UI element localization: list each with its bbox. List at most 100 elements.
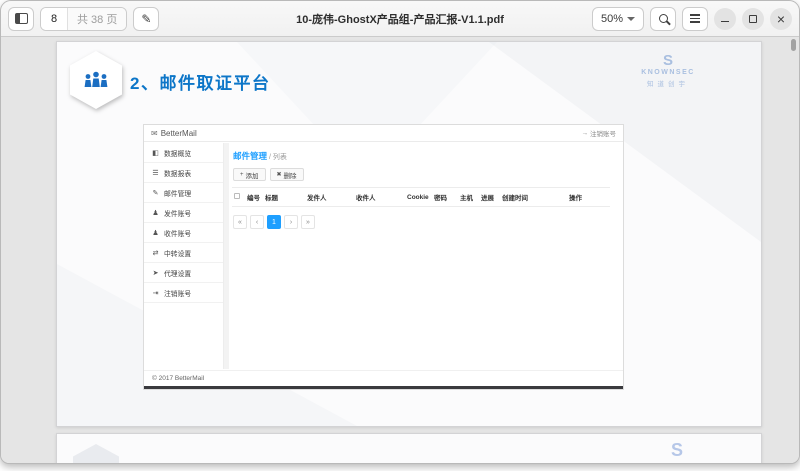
pagination-next[interactable]: › [284,215,298,229]
menu-button[interactable] [682,6,708,31]
sidebar-item-data-overview[interactable]: ◧ 数据概览 [144,143,223,163]
hamburger-icon [690,14,700,23]
document-view[interactable]: 2、邮件取证平台 S KNOWNSEC 知道创宇 ✉ BetterMail → … [1,37,799,463]
sidebar-item-data-report[interactable]: ☰ 数据报表 [144,163,223,183]
sidebar-item-logout-account[interactable]: ⇥ 注销账号 [144,283,223,303]
bettermail-screenshot: ✉ BetterMail → 注销账号 ◧ 数据概览 ☰ 数据报表 ✎ 邮件管理… [143,124,624,390]
pen-icon: ✎ [141,11,152,26]
sidebar-item-label: 数据报表 [164,170,192,178]
sidebar-item-receiver-accounts[interactable]: ♟ 收件账号 [144,223,223,243]
sidebar-item-label: 注销账号 [164,290,192,298]
column-header-password: 密码 [432,187,458,207]
logout-icon: → [581,129,589,137]
logout-label: 注销账号 [590,131,616,138]
column-header-progress: 进展 [479,187,500,207]
column-header-id: 编号 [245,187,263,207]
headerbar: 共 38 页 ✎ 10-庞伟-GhostX产品组-产品汇报-V1.1.pdf 5… [1,1,799,37]
maximize-icon [749,14,757,23]
mail-toolbar: + 添加 ✖ 删除 [233,168,615,181]
knownsec-logo-chinese: 知道创宇 [647,81,689,88]
pdf-page-current: 2、邮件取证平台 S KNOWNSEC 知道创宇 ✉ BetterMail → … [56,41,762,427]
knownsec-logo-mark: S [662,52,673,69]
delete-button-label: 删除 [283,172,297,180]
column-header-host: 主机 [458,187,479,207]
scrollbar-thumb[interactable] [791,39,796,51]
sidebar-item-sender-accounts[interactable]: ♟ 发件账号 [144,203,223,223]
add-button[interactable]: + 添加 [233,168,266,181]
annotate-button[interactable]: ✎ [133,6,160,31]
breadcrumb-separator: / [268,154,271,161]
bettermail-body: ◧ 数据概览 ☰ 数据报表 ✎ 邮件管理 ♟ 发件账号 ♟ 收件账号 ⇄ 中转设… [144,143,623,369]
pagination-page-1[interactable]: 1 [267,215,281,229]
zoom-level-value: 50% [600,12,623,25]
sidebar-item-label: 代理设置 [164,270,192,278]
column-header-sender: 发件人 [305,187,354,207]
report-icon: ☰ [152,169,159,177]
pagination-last[interactable]: » [301,215,315,229]
breadcrumb: 邮件管理 / 列表 [233,150,615,162]
column-header-title: 标题 [263,187,305,207]
pagination-first[interactable]: « [233,215,247,229]
column-header-created: 创建时间 [500,187,567,207]
pdf-page-next: S [56,433,762,463]
chevron-down-icon [627,17,635,21]
logout-link[interactable]: → 注销账号 [581,128,617,139]
sidebar-item-label: 邮件管理 [164,190,192,198]
trash-icon: ✖ [276,172,282,178]
mail-icon: ✉ [151,128,158,138]
page-total-label: 共 38 页 [67,7,127,30]
page-number-input[interactable] [41,7,67,30]
bettermail-header: ✉ BetterMail → 注销账号 [144,125,623,142]
pdf-viewer-window: 共 38 页 ✎ 10-庞伟-GhostX产品组-产品汇报-V1.1.pdf 5… [0,0,800,464]
bettermail-sidebar: ◧ 数据概览 ☰ 数据报表 ✎ 邮件管理 ♟ 发件账号 ♟ 收件账号 ⇄ 中转设… [144,143,224,369]
breadcrumb-view: 列表 [272,154,287,161]
sidebar-toggle-button[interactable] [8,6,34,31]
knownsec-logo: S KNOWNSEC 知道创宇 [632,53,704,88]
add-button-label: 添加 [245,172,259,180]
sidebar-item-mail-management[interactable]: ✎ 邮件管理 [144,183,223,203]
next-page-hexagon [73,444,119,463]
sidebar-item-label: 发件账号 [164,210,192,218]
bettermail-brand: ✉ BetterMail [151,129,197,138]
zoom-level-button[interactable]: 50% [591,6,644,31]
search-button[interactable] [650,6,676,31]
screenshot-bottom-bar [144,386,623,389]
minimize-button[interactable] [714,7,736,30]
window-title: 10-庞伟-GhostX产品组-产品汇报-V1.1.pdf [296,13,504,26]
delete-button[interactable]: ✖ 删除 [269,168,304,181]
bettermail-name: BetterMail [160,128,197,138]
sidebar-item-relay-settings[interactable]: ⇄ 中转设置 [144,243,223,263]
column-header-cookie: Cookie [405,187,432,207]
sidebar-item-label: 收件账号 [164,230,192,238]
close-button[interactable]: × [770,7,792,30]
plus-icon: + [240,171,244,178]
slide-title: 2、邮件取证平台 [130,74,271,93]
sidebar-item-proxy-settings[interactable]: ➤ 代理设置 [144,263,223,283]
sidebar-item-label: 数据概览 [164,150,192,158]
bettermail-footer: © 2017 BetterMail [144,370,623,386]
table-header-row: 编号 标题 发件人 收件人 Cookie 密码 主机 进展 创建时间 操作 [232,187,610,207]
signout-icon: ⇥ [152,289,159,297]
column-header-recipient: 收件人 [354,187,405,207]
page-navigation: 共 38 页 [40,6,128,31]
search-icon [658,14,668,23]
headerbar-left: 共 38 页 ✎ [8,6,160,31]
sidebar-toggle-icon [14,13,28,24]
knownsec-logo-text: KNOWNSEC [641,69,695,76]
next-page-logo-mark: S [670,440,683,460]
breadcrumb-current: 邮件管理 [233,151,268,161]
exchange-icon: ⇄ [152,249,159,257]
send-icon: ➤ [152,269,159,277]
maximize-button[interactable] [742,7,764,30]
select-all-cell [232,187,245,207]
dashboard-icon: ◧ [152,149,159,157]
headerbar-right: 50% × [591,6,792,31]
select-all-checkbox[interactable] [234,193,240,199]
user-icon: ♟ [152,229,159,237]
bettermail-main: 邮件管理 / 列表 + 添加 ✖ 删除 编号 标题 发件人 收件人 Cookie… [229,143,623,369]
edit-icon: ✎ [152,189,159,197]
pagination-prev[interactable]: ‹ [250,215,264,229]
sidebar-item-label: 中转设置 [164,250,192,258]
pagination: « ‹ 1 › » [233,215,615,229]
people-group-icon [84,71,108,87]
